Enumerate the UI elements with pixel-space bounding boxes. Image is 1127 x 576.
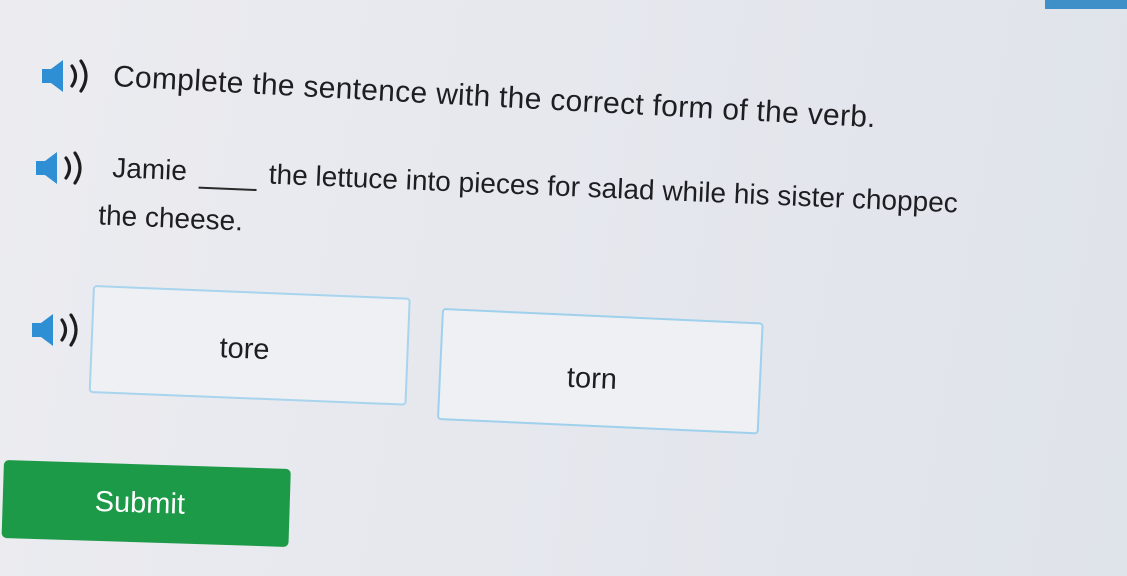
answer-blank	[198, 186, 257, 192]
submit-label: Submit	[94, 485, 186, 521]
submit-button[interactable]: Submit	[1, 460, 291, 547]
speaker-icon[interactable]	[30, 310, 86, 350]
top-accent-bar	[1045, 0, 1127, 9]
choice-label: tore	[218, 332, 271, 367]
choice-torn[interactable]: torn	[436, 308, 764, 435]
question-sentence: Jamie the lettuce into pieces for salad w…	[98, 152, 1127, 236]
sentence-line-2: the cheese.	[97, 199, 244, 237]
speaker-icon[interactable]	[40, 56, 96, 96]
sentence-start: Jamie	[111, 152, 188, 187]
sentence-after-blank: the lettuce into pieces for salad while …	[268, 158, 959, 219]
instruction-text: Complete the sentence with the correct f…	[112, 60, 877, 135]
choice-tore[interactable]: tore	[88, 285, 411, 406]
choice-label: torn	[566, 361, 618, 396]
speaker-icon[interactable]	[34, 148, 90, 188]
